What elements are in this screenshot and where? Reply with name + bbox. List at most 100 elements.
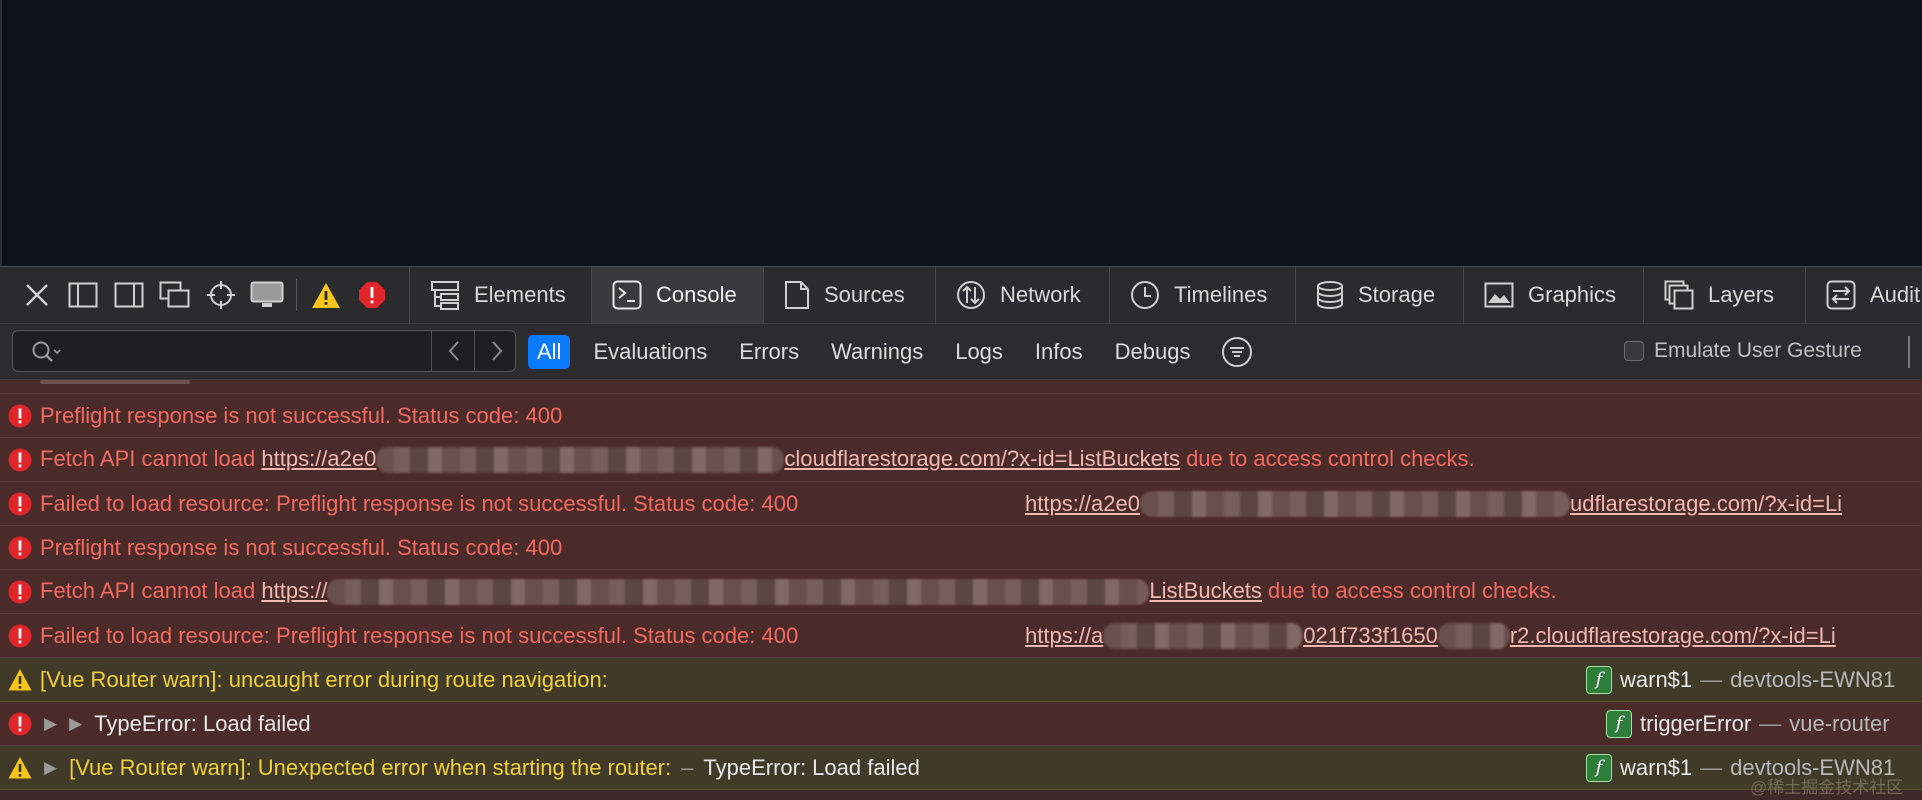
device-settings-button[interactable]: [244, 267, 290, 323]
message-text: Preflight response is not successful. St…: [40, 402, 563, 428]
filter-options-button[interactable]: [1221, 336, 1253, 368]
filter-list-icon: [1222, 337, 1253, 367]
tab-label: Elements: [474, 282, 566, 307]
console-message-warning[interactable]: [Vue Router warn]: uncaught error during…: [0, 658, 1922, 702]
error-icon: [8, 624, 32, 647]
url-start: https://a: [1025, 622, 1104, 648]
filter-field: [12, 330, 516, 372]
filter-infos-button[interactable]: Infos: [1026, 335, 1092, 369]
tab-label: Timelines: [1174, 282, 1268, 307]
filter-evaluations-button[interactable]: Evaluations: [584, 335, 716, 369]
redacted-url-blur: [376, 447, 785, 474]
next-button[interactable]: [474, 331, 518, 371]
filter-input[interactable]: [13, 331, 431, 371]
tab-timelines[interactable]: Timelines: [1110, 267, 1296, 323]
errors-indicator-button[interactable]: [349, 267, 395, 323]
function-icon: f: [1586, 753, 1612, 782]
warning-icon: [8, 756, 32, 778]
function-icon: f: [1586, 665, 1612, 694]
message-text: Fetch API cannot load https:// ListBucket…: [40, 577, 1557, 606]
console-message-error[interactable]: Preflight response is not successful. St…: [0, 394, 1922, 438]
url-end: ListBuckets: [1149, 577, 1262, 603]
dock-left-button[interactable]: [60, 267, 106, 323]
audit-icon: [1826, 280, 1856, 310]
message-suffix: due to access control checks.: [1261, 577, 1557, 603]
message-suffix: due to access control checks.: [1179, 445, 1475, 471]
error-icon: [8, 492, 32, 515]
separator: –: [681, 754, 694, 780]
tab-label: Network: [1000, 282, 1081, 307]
error-icon: [8, 580, 32, 603]
console-message-error[interactable]: Fetch API cannot load https:// ListBucket…: [0, 570, 1922, 614]
undock-window-button[interactable]: [152, 267, 198, 323]
emulate-user-gesture[interactable]: Emulate User Gesture: [1624, 339, 1862, 363]
tab-label: Sources: [824, 282, 905, 307]
source-file-link[interactable]: vue-router: [1789, 711, 1889, 737]
resource-url-link[interactable]: https://a 021f733f1650 r2.cloudflarestorag…: [1025, 622, 1836, 649]
graphics-icon: [1484, 282, 1514, 308]
tab-label: Audit: [1870, 282, 1921, 307]
close-icon: [26, 284, 48, 306]
filter-warnings-button[interactable]: Warnings: [822, 335, 932, 369]
message-prefix: Fetch API cannot load: [40, 445, 262, 471]
console-message-error[interactable]: Fetch API cannot load https://a2e0 cloudf…: [0, 438, 1922, 482]
console-message-error[interactable]: Failed to load resource: Preflight respo…: [0, 614, 1922, 658]
url-end: r2.cloudflarestorage.com/?x-id=Li: [1509, 622, 1836, 648]
devtools-toolbar-buttons: [0, 267, 395, 323]
call-site[interactable]: f triggerError — vue-router: [1606, 709, 1890, 738]
url-link[interactable]: https://a2e0 cloudflarestorage.com/?x-id=…: [261, 445, 1180, 474]
filter-errors-button[interactable]: Errors: [730, 335, 808, 369]
error-icon: [8, 712, 32, 735]
error-icon: [8, 536, 32, 559]
error-icon: [359, 282, 385, 308]
source-file-link[interactable]: devtools-EWN81: [1730, 667, 1895, 693]
filter-debugs-button[interactable]: Debugs: [1106, 335, 1200, 369]
message-object-text: TypeError: Load failed: [703, 754, 920, 780]
tab-console[interactable]: Console: [592, 267, 764, 323]
tab-sources[interactable]: Sources: [764, 267, 936, 323]
console-filter-bar: All Evaluations Errors Warnings Logs Inf…: [0, 324, 1922, 380]
tab-elements[interactable]: Elements: [410, 267, 592, 323]
call-site[interactable]: f warn$1 — devtools-EWN81: [1586, 665, 1895, 694]
dock-right-button[interactable]: [106, 267, 152, 323]
url-link[interactable]: https:// ListBuckets: [261, 577, 1262, 606]
devtools-tabs: Elements Console Sources Network Timelin…: [409, 267, 1920, 323]
console-message-error[interactable]: ▶ ▶ TypeError: Load failed f triggerErro…: [0, 702, 1922, 746]
warnings-indicator-button[interactable]: [303, 267, 349, 323]
expand-triangle-icon[interactable]: ▶: [44, 758, 57, 778]
redacted-url-blur: [1437, 622, 1510, 649]
redacted-url-blur: [1103, 622, 1304, 649]
toolbar-divider: [296, 279, 297, 311]
layers-icon: [1664, 280, 1694, 310]
tab-network[interactable]: Network: [936, 267, 1110, 323]
emulate-user-gesture-checkbox[interactable]: [1624, 341, 1644, 361]
expand-triangle-icon[interactable]: ▶: [44, 714, 57, 734]
tab-layers[interactable]: Layers: [1644, 267, 1806, 323]
select-element-button[interactable]: [198, 267, 244, 323]
separate-window-icon: [159, 281, 190, 308]
dock-right-icon: [114, 282, 144, 308]
warning-icon: [312, 282, 340, 308]
expand-triangle-icon[interactable]: ▶: [69, 714, 82, 734]
close-devtools-button[interactable]: [14, 267, 60, 323]
tab-graphics[interactable]: Graphics: [1464, 267, 1644, 323]
filter-all-button[interactable]: All: [528, 335, 571, 369]
console-message-error[interactable]: Preflight response is not successful. St…: [0, 526, 1922, 570]
filter-logs-button[interactable]: Logs: [946, 335, 1012, 369]
function-icon: f: [1606, 709, 1632, 738]
url-start: https://: [261, 577, 328, 603]
console-message-warning[interactable]: ▶ [Vue Router warn]: Unexpected error wh…: [0, 746, 1922, 790]
message-text: [Vue Router warn]: uncaught error during…: [40, 666, 608, 692]
message-text: Failed to load resource: Preflight respo…: [40, 622, 799, 648]
redacted-url-blur: [327, 579, 1150, 606]
tab-storage[interactable]: Storage: [1296, 267, 1464, 323]
url-start: https://a2e0: [261, 445, 377, 471]
url-end: udflarestorage.com/?x-id=Li: [1569, 490, 1843, 516]
console-message-error[interactable]: Failed to load resource: Preflight respo…: [0, 482, 1922, 526]
emulate-user-gesture-label: Emulate User Gesture: [1654, 339, 1862, 362]
tab-audit[interactable]: Audit: [1806, 267, 1920, 323]
previous-button[interactable]: [431, 331, 475, 371]
message-prefix: Fetch API cannot load: [40, 577, 262, 603]
sources-icon: [785, 281, 809, 309]
resource-url-link[interactable]: https://a2e0 udflarestorage.com/?x-id=Li: [1025, 490, 1843, 517]
